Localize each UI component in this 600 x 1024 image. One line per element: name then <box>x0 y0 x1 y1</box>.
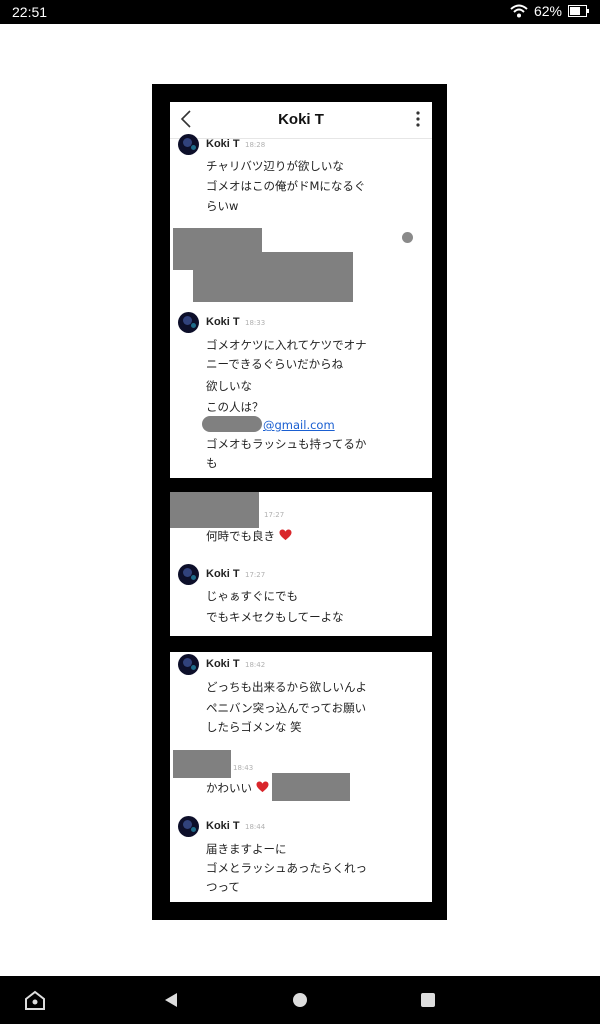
chat-title: Koki T <box>278 111 324 128</box>
chat-header: Koki T <box>170 102 432 139</box>
avatar <box>178 134 199 155</box>
recents-square-icon[interactable] <box>404 976 452 1024</box>
message-line: かわいい <box>206 780 269 796</box>
timestamp: 18:43 <box>233 764 254 772</box>
message-line: したらゴメンな 笑 <box>206 720 302 734</box>
redacted-block <box>170 492 259 528</box>
avatar <box>178 564 199 585</box>
timestamp: 18:28 <box>245 141 266 149</box>
redacted-block <box>193 252 353 302</box>
sender-name: Koki T <box>206 138 240 150</box>
message-line: ゴメとラッシュあったらくれっ <box>206 861 367 875</box>
timestamp: 17:27 <box>245 571 266 579</box>
message-line: どっちも出来るから欲しいんよ <box>206 680 367 694</box>
message-line: ゴメオもラッシュも持ってるか <box>206 437 367 451</box>
timestamp: 18:44 <box>245 823 266 831</box>
message-line: ペニバン突っ込んでってお願い <box>206 701 367 715</box>
back-triangle-icon[interactable] <box>147 976 195 1024</box>
redacted-block <box>173 750 231 778</box>
message-line: ニーできるぐらいだからね <box>206 357 344 371</box>
screenshot-collage: Koki T Koki T 18:28 チャリバツ辺りが欲しいな ゴメオはこの俺… <box>152 84 447 920</box>
message-line: 欲しいな <box>206 379 252 393</box>
message-line: らいw <box>206 199 239 213</box>
more-vertical-icon[interactable] <box>416 111 420 127</box>
status-time: 22:51 <box>12 4 48 20</box>
timestamp: 17:27 <box>264 511 285 519</box>
battery-percent: 62% <box>533 3 562 19</box>
message-line: ゴメオはこの俺がドMになるぐ <box>206 179 366 193</box>
avatar <box>178 816 199 837</box>
sender-name: Koki T <box>206 820 240 832</box>
heart-icon <box>279 529 292 541</box>
message-line: この人は？ <box>206 400 264 414</box>
timestamp: 18:33 <box>245 319 266 327</box>
redacted-email-user <box>202 416 262 432</box>
home-circle-icon[interactable] <box>276 976 324 1024</box>
message-line: でもキメセクもしてーよな <box>206 610 344 624</box>
chat-panel-3: Koki T 18:42 どっちも出来るから欲しいんよ ペニバン突っ込んでってお… <box>170 652 432 902</box>
chat-panel-2: 17:27 何時でも良き Koki T 17:27 じゃぁすぐにでも でもキメセ… <box>170 492 432 636</box>
message-line: 届きますよーに <box>206 842 287 856</box>
sender-name: Koki T <box>206 316 240 328</box>
status-bar: 22:51 62% <box>0 0 600 24</box>
email-link[interactable]: @gmail.com <box>263 418 335 432</box>
sender-name: Koki T <box>206 658 240 670</box>
home-icon[interactable] <box>11 976 59 1024</box>
message-line: ゴメオケツに入れてケツでオナ <box>206 338 367 352</box>
redacted-block <box>272 773 350 801</box>
battery-icon <box>568 5 589 17</box>
message-line: つって <box>206 880 240 894</box>
message-text: かわいい <box>206 781 252 795</box>
message-line: も <box>206 456 218 470</box>
avatar <box>178 312 199 333</box>
wifi-icon <box>510 4 528 18</box>
message-line: チャリバツ辺りが欲しいな <box>206 159 344 173</box>
navigation-bar <box>0 976 600 1024</box>
avatar <box>178 654 199 675</box>
heart-icon <box>256 781 269 793</box>
message-text: 何時でも良き <box>206 529 275 543</box>
chat-panel-1: Koki T Koki T 18:28 チャリバツ辺りが欲しいな ゴメオはこの俺… <box>170 102 432 478</box>
status-dot <box>402 232 413 243</box>
message-line: 何時でも良き <box>206 528 292 544</box>
sender-name: Koki T <box>206 568 240 580</box>
message-line: じゃぁすぐにでも <box>206 589 298 603</box>
timestamp: 18:42 <box>245 661 266 669</box>
